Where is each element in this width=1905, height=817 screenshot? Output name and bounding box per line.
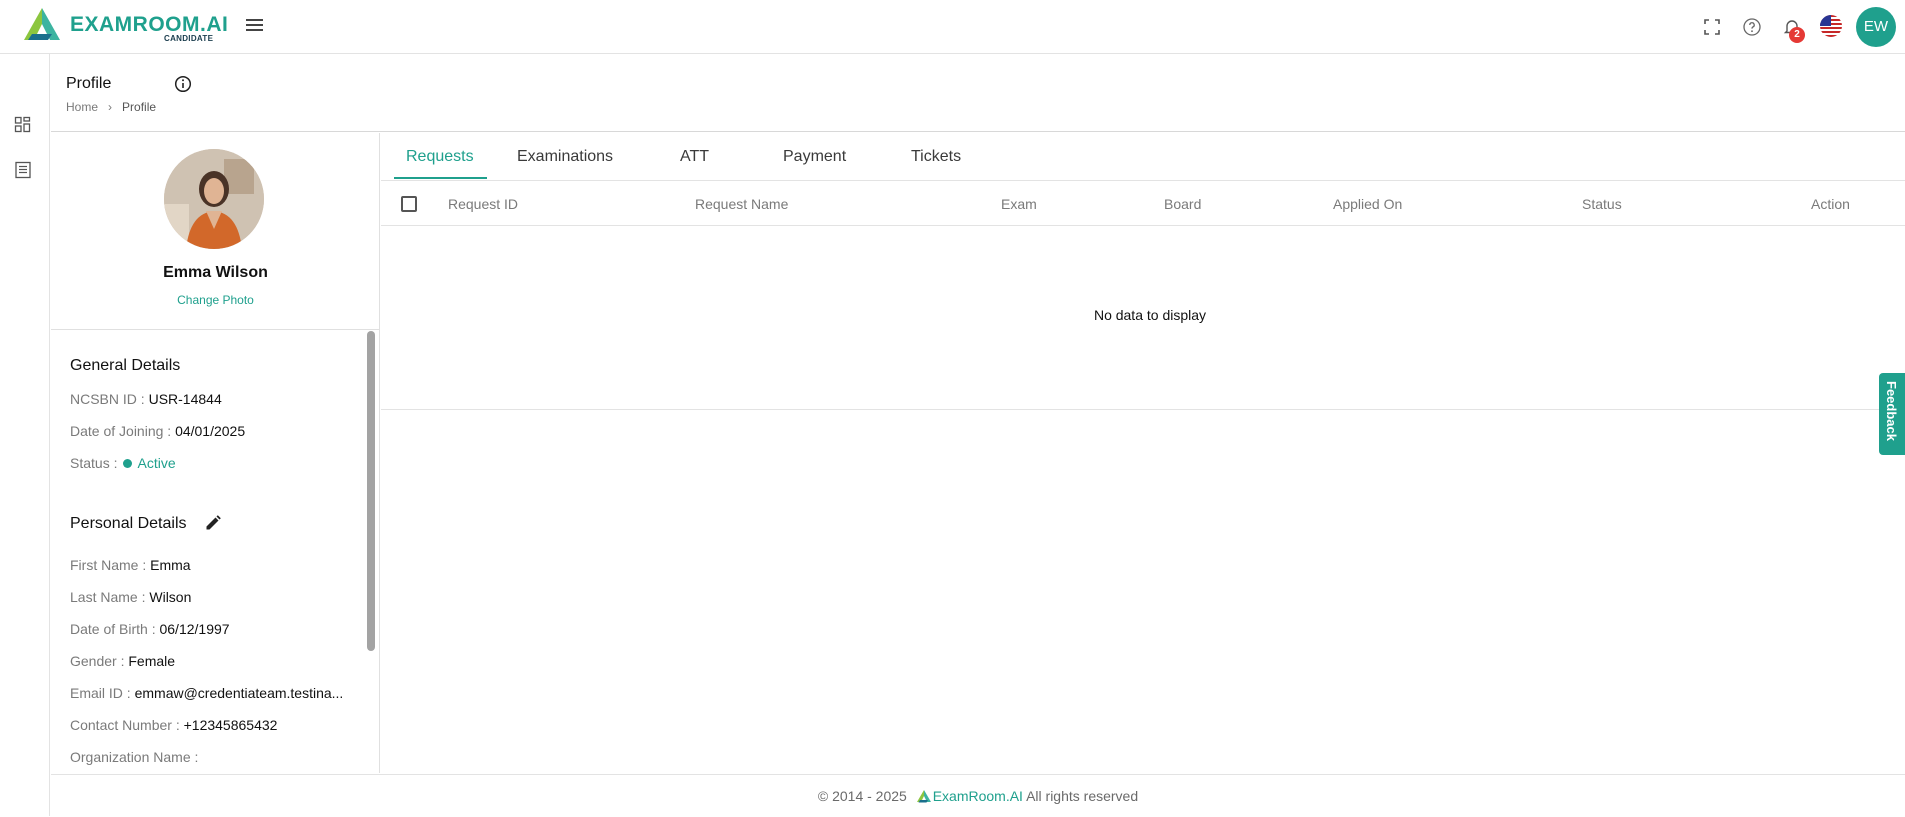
status-badge: Active [137, 455, 176, 471]
first-name-field: First Name : Emma [70, 557, 191, 573]
info-icon[interactable] [174, 75, 192, 93]
ncsbn-id-field: NCSBN ID : USR-14844 [70, 391, 222, 407]
column-status[interactable]: Status [1582, 196, 1622, 212]
profile-name: Emma Wilson [163, 264, 268, 281]
page-header: Profile Home › Profile [51, 55, 1905, 132]
status-field: Status : Active [70, 455, 176, 471]
column-request-id[interactable]: Request ID [448, 196, 518, 212]
column-board[interactable]: Board [1164, 196, 1201, 212]
breadcrumb-separator: › [108, 100, 113, 114]
footer-logo-icon [916, 790, 931, 803]
user-avatar[interactable]: EW [1856, 7, 1896, 47]
us-flag-language-icon[interactable] [1819, 14, 1843, 38]
dashboard-icon[interactable] [14, 116, 32, 134]
main-content: Requests Examinations ATT Payment Ticket… [381, 133, 1905, 773]
column-applied-on[interactable]: Applied On [1333, 196, 1402, 212]
examroom-logo[interactable]: EXAMROOM.AI CANDIDATE [24, 8, 228, 46]
logo-subtitle: CANDIDATE [164, 34, 214, 43]
hamburger-icon [246, 19, 263, 21]
column-exam[interactable]: Exam [1001, 196, 1037, 212]
profile-panel: Emma Wilson Change Photo General Details… [51, 133, 380, 773]
empty-table-message: No data to display [1093, 307, 1207, 323]
profile-scrollbar[interactable] [367, 331, 375, 773]
divider [51, 329, 379, 330]
table-bottom-border [381, 409, 1905, 410]
breadcrumb-home[interactable]: Home [66, 100, 98, 114]
select-all-checkbox[interactable] [401, 196, 417, 212]
date-of-joining-field: Date of Joining : 04/01/2025 [70, 423, 246, 439]
tab-requests[interactable]: Requests [406, 148, 474, 166]
fullscreen-icon[interactable] [1701, 16, 1723, 38]
scrollbar-thumb[interactable] [367, 331, 375, 651]
footer-brand-link[interactable]: ExamRoom.AI [933, 788, 1023, 804]
breadcrumb-current: Profile [122, 100, 157, 114]
help-icon[interactable] [1741, 16, 1763, 38]
change-photo-link[interactable]: Change Photo [51, 293, 379, 307]
breadcrumb: Home › Profile [66, 100, 156, 114]
tab-bar: Requests Examinations ATT Payment Ticket… [381, 133, 1905, 181]
last-name-field: Last Name : Wilson [70, 589, 192, 605]
table-header: Request ID Request Name Exam Board Appli… [381, 182, 1905, 226]
top-bar: EXAMROOM.AI CANDIDATE 2 EW [0, 0, 1905, 54]
feedback-label: Feedback [1884, 381, 1899, 441]
contact-number-field: Contact Number : +12345865432 [70, 717, 278, 733]
profile-photo [164, 149, 264, 249]
column-request-name[interactable]: Request Name [695, 196, 788, 212]
logo-mark-icon [24, 8, 60, 40]
footer: © 2014 - 2025 ExamRoom.AI All rights res… [51, 774, 1905, 816]
general-details-title: General Details [70, 357, 181, 374]
tab-payment[interactable]: Payment [783, 148, 846, 166]
column-action: Action [1811, 196, 1850, 212]
email-id-field: Email ID : emmaw@credentiateam.testina..… [70, 685, 344, 701]
page-title: Profile [66, 75, 112, 92]
active-tab-indicator [394, 177, 487, 179]
footer-rights: All rights reserved [1026, 788, 1139, 804]
tab-tickets[interactable]: Tickets [911, 148, 961, 166]
date-of-birth-field: Date of Birth : 06/12/1997 [70, 621, 230, 637]
tab-examinations[interactable]: Examinations [517, 148, 613, 166]
gender-field: Gender : Female [70, 653, 176, 669]
organization-name-field: Organization Name : [70, 749, 199, 765]
document-list-icon[interactable] [14, 161, 32, 179]
notification-badge: 2 [1789, 27, 1805, 43]
status-dot-icon [123, 459, 133, 468]
edit-pencil-icon[interactable] [204, 514, 222, 532]
menu-toggle-button[interactable] [246, 16, 266, 36]
side-rail [0, 54, 50, 816]
personal-details-title: Personal Details [70, 515, 187, 532]
footer-copyright: © 2014 - 2025 [817, 788, 907, 804]
feedback-button[interactable]: Feedback [1879, 373, 1905, 455]
profile-photo-image [164, 149, 264, 249]
tab-att[interactable]: ATT [680, 148, 709, 166]
